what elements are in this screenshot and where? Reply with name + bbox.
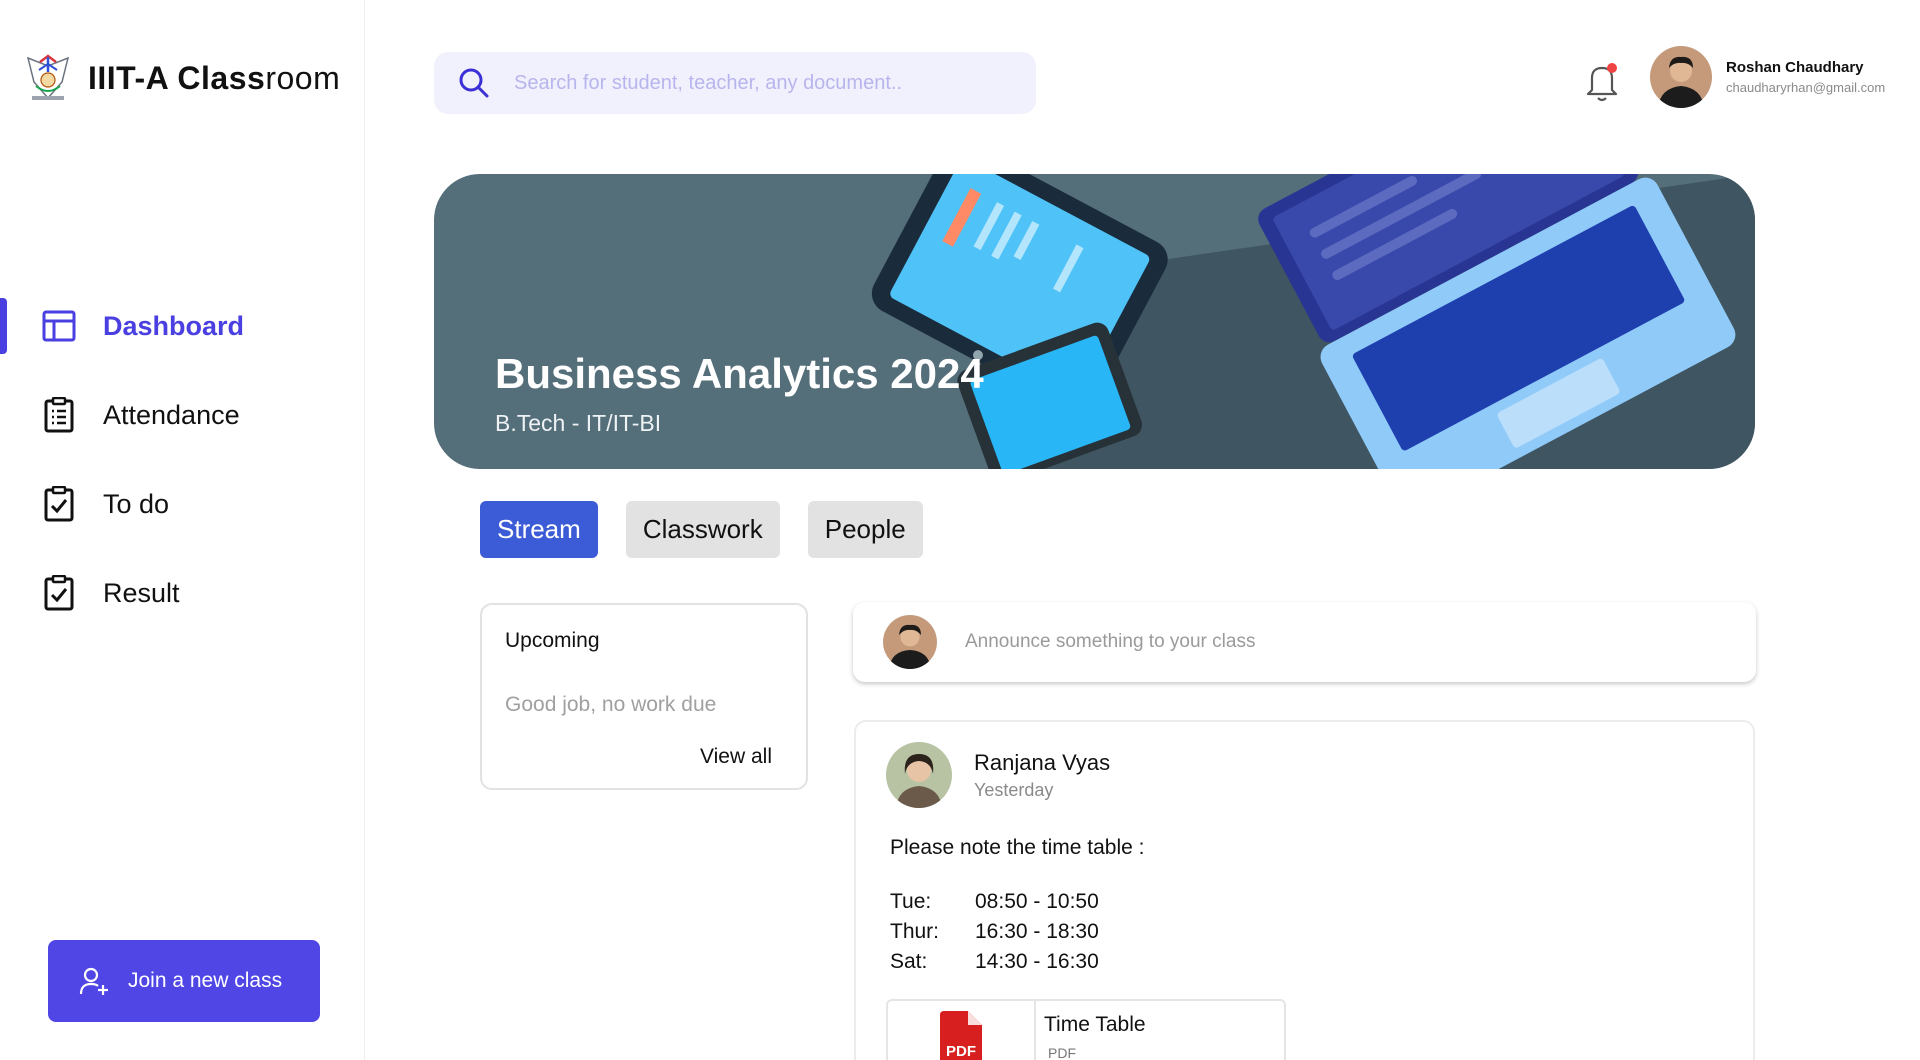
class-tabs: Stream Classwork People (480, 501, 923, 558)
sidebar-item-label: Result (103, 577, 180, 608)
post-time: Yesterday (974, 779, 1054, 800)
post-body: Please note the time table : Tue: 08:50 … (890, 836, 1145, 974)
schedule-row: Sat: 14:30 - 16:30 (890, 950, 1145, 974)
schedule-time: 16:30 - 18:30 (975, 920, 1099, 943)
sidebar-nav: Dashboard Attendance To do Result (0, 296, 365, 652)
search-bar (434, 52, 1036, 114)
sidebar-item-todo[interactable]: To do (0, 474, 365, 534)
brand[interactable]: IIIT-A Classroom (22, 52, 340, 104)
schedule-day: Tue: (890, 890, 932, 913)
layout-icon (41, 308, 77, 344)
sidebar-item-label: Attendance (103, 399, 240, 430)
pdf-file-icon: PDF (940, 1011, 982, 1060)
view-all-link[interactable]: View all (700, 745, 772, 769)
class-banner: Business Analytics 2024 B.Tech - IT/IT-B… (434, 174, 1755, 469)
schedule-row: Tue: 08:50 - 10:50 (890, 890, 1145, 914)
announce-placeholder: Announce something to your class (965, 631, 1256, 652)
post-meta: Ranjana Vyas Yesterday (952, 750, 1110, 801)
schedule-day: Sat: (890, 950, 928, 973)
schedule-time: 08:50 - 10:50 (975, 890, 1099, 913)
tab-stream[interactable]: Stream (480, 501, 598, 558)
sidebar-item-label: To do (103, 488, 170, 519)
announce-box[interactable]: Announce something to your class (853, 602, 1756, 682)
class-subtitle: B.Tech - IT/IT-BI (495, 410, 662, 436)
avatar (883, 615, 937, 669)
pdf-badge: PDF (946, 1043, 976, 1060)
post-text: Please note the time table : (890, 836, 1145, 859)
class-title: Business Analytics 2024 (495, 350, 984, 397)
add-user-icon (79, 967, 108, 995)
attachment-thumbnail: PDF (888, 1001, 1036, 1060)
search-input[interactable] (514, 71, 1014, 95)
tab-people[interactable]: People (807, 501, 923, 558)
post-header: Ranjana Vyas Yesterday (886, 742, 1110, 808)
user-name: Roshan Chaudhary (1726, 59, 1864, 76)
notification-badge (1607, 63, 1617, 73)
brand-name-light: room (265, 59, 341, 96)
sidebar-item-attendance[interactable]: Attendance (0, 385, 365, 445)
attachment-info: Time Table PDF (1036, 1001, 1146, 1060)
app-root: IIIT-A Classroom Dashboard Attendance To… (0, 0, 1920, 1060)
attachment-type: PDF (1048, 1045, 1076, 1060)
avatar (886, 742, 952, 808)
schedule-time: 14:30 - 16:30 (975, 950, 1099, 973)
upcoming-title: Upcoming (505, 629, 600, 652)
user-info: Roshan Chaudhary chaudharyrhan@gmail.com (1726, 59, 1885, 95)
avatar (1650, 46, 1712, 108)
brand-name: IIIT-A Classroom (88, 60, 340, 97)
search-icon (459, 68, 489, 98)
sidebar: IIIT-A Classroom Dashboard Attendance To… (0, 0, 365, 1060)
sidebar-item-label: Dashboard (103, 310, 245, 341)
clipboard-check-icon (41, 575, 77, 611)
attachment-card[interactable]: PDF Time Table PDF (886, 999, 1286, 1060)
user-profile[interactable]: Roshan Chaudhary chaudharyrhan@gmail.com (1650, 46, 1885, 108)
sidebar-item-dashboard[interactable]: Dashboard (0, 296, 365, 356)
tab-classwork[interactable]: Classwork (625, 501, 780, 558)
iiita-logo-icon (26, 54, 70, 100)
clipboard-check-icon (41, 486, 77, 522)
clipboard-list-icon (41, 397, 77, 433)
post-author: Ranjana Vyas (974, 749, 1111, 775)
schedule-day: Thur: (890, 920, 940, 943)
stream-post: Ranjana Vyas Yesterday Please note the t… (854, 720, 1755, 1060)
join-class-label: Join a new class (128, 969, 283, 992)
brand-name-bold: IIIT-A Class (88, 59, 266, 96)
join-class-button[interactable]: Join a new class (48, 940, 320, 1022)
upcoming-card: Upcoming Good job, no work due View all (480, 603, 808, 790)
attachment-name: Time Table (1044, 1013, 1146, 1036)
user-email: chaudharyrhan@gmail.com (1726, 80, 1886, 95)
upcoming-empty-text: Good job, no work due (505, 693, 717, 716)
sidebar-item-result[interactable]: Result (0, 563, 365, 623)
notifications-button[interactable] (1582, 60, 1622, 104)
schedule-row: Thur: 16:30 - 18:30 (890, 920, 1145, 944)
